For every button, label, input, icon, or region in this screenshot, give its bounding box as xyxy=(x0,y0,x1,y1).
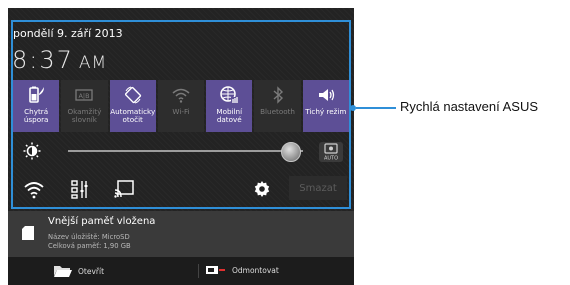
auto-label: AUTO xyxy=(324,156,338,162)
dictionary-icon: A|B xyxy=(75,89,94,101)
date-text: pondělí 9. září 2013 xyxy=(13,27,123,40)
clock-time: 8:37 xyxy=(12,46,74,74)
tile-label: Bluetooth xyxy=(260,107,295,116)
quick-actions-row: Smazat xyxy=(13,170,349,206)
wifi-settings-icon[interactable] xyxy=(23,178,45,200)
audio-settings-icon[interactable] xyxy=(69,178,91,200)
tile-label: Okamžitý slovník xyxy=(67,107,102,124)
tile-mobile-data[interactable]: Mobilní datové xyxy=(206,80,253,132)
sd-card-icon xyxy=(22,226,34,240)
unmount-action[interactable]: Odmontovat xyxy=(206,265,279,275)
open-label: Otevřít xyxy=(78,266,105,276)
notification-title: Vnější paměť vložena xyxy=(48,216,156,227)
tile-label: Mobilní datové xyxy=(216,107,243,124)
open-action[interactable]: Otevřít xyxy=(54,265,104,277)
bluetooth-icon xyxy=(273,86,283,104)
tile-label: Tichý režim xyxy=(305,107,347,116)
unmount-label: Odmontovat xyxy=(232,265,279,275)
callout-leader-line xyxy=(356,107,396,109)
tile-auto-rotate[interactable]: Automaticky otočit xyxy=(109,80,156,132)
silent-mode-icon xyxy=(318,89,334,101)
clear-notifications-button[interactable]: Smazat xyxy=(289,176,347,200)
brightness-icon xyxy=(23,142,41,160)
tile-bluetooth[interactable]: Bluetooth xyxy=(254,80,301,132)
tile-wifi[interactable]: Wi-Fi xyxy=(157,80,205,132)
notification-storage-name: Název úložiště: MicroSD xyxy=(48,233,130,241)
auto-brightness-icon: AUTO xyxy=(324,143,338,162)
notification-card[interactable]: Vnější paměť vložena Název úložiště: Mic… xyxy=(8,211,354,257)
tile-silent-mode[interactable]: Tichý režim xyxy=(302,80,349,132)
auto-brightness-button[interactable]: AUTO xyxy=(319,142,343,162)
callout-label: Rychlá nastavení ASUS xyxy=(400,99,539,114)
action-divider xyxy=(198,264,199,278)
tile-label: Automaticky otočit xyxy=(110,107,156,124)
auto-rotate-icon xyxy=(124,86,141,104)
notification-storage-size: Celková paměť: 1,90 GB xyxy=(48,242,131,250)
cast-screen-icon[interactable] xyxy=(113,178,135,200)
quick-settings-tiles: Chytrá úspora A|B Okamžitý slovník Autom… xyxy=(13,80,349,132)
tile-instant-dictionary[interactable]: A|B Okamžitý slovník xyxy=(61,80,108,132)
tile-smart-saving[interactable]: Chytrá úspora xyxy=(13,80,60,132)
settings-gear-icon[interactable] xyxy=(251,178,273,200)
brightness-row: AUTO xyxy=(13,137,349,167)
notification-actions: Otevřít Odmontovat xyxy=(8,257,354,285)
clock-ampm: AM xyxy=(78,53,108,73)
wifi-icon xyxy=(172,88,190,103)
tile-label: Chytrá úspora xyxy=(23,107,49,124)
battery-saver-icon xyxy=(29,86,45,103)
folder-icon xyxy=(54,266,72,277)
brightness-slider-thumb[interactable] xyxy=(280,142,301,162)
clock: 8:37 AM xyxy=(12,46,107,74)
unmount-icon xyxy=(206,266,225,274)
svg-text:A|B: A|B xyxy=(79,92,90,100)
mobile-data-icon xyxy=(220,86,239,104)
brightness-slider-track[interactable] xyxy=(68,150,303,152)
tile-label: Wi-Fi xyxy=(172,107,190,116)
